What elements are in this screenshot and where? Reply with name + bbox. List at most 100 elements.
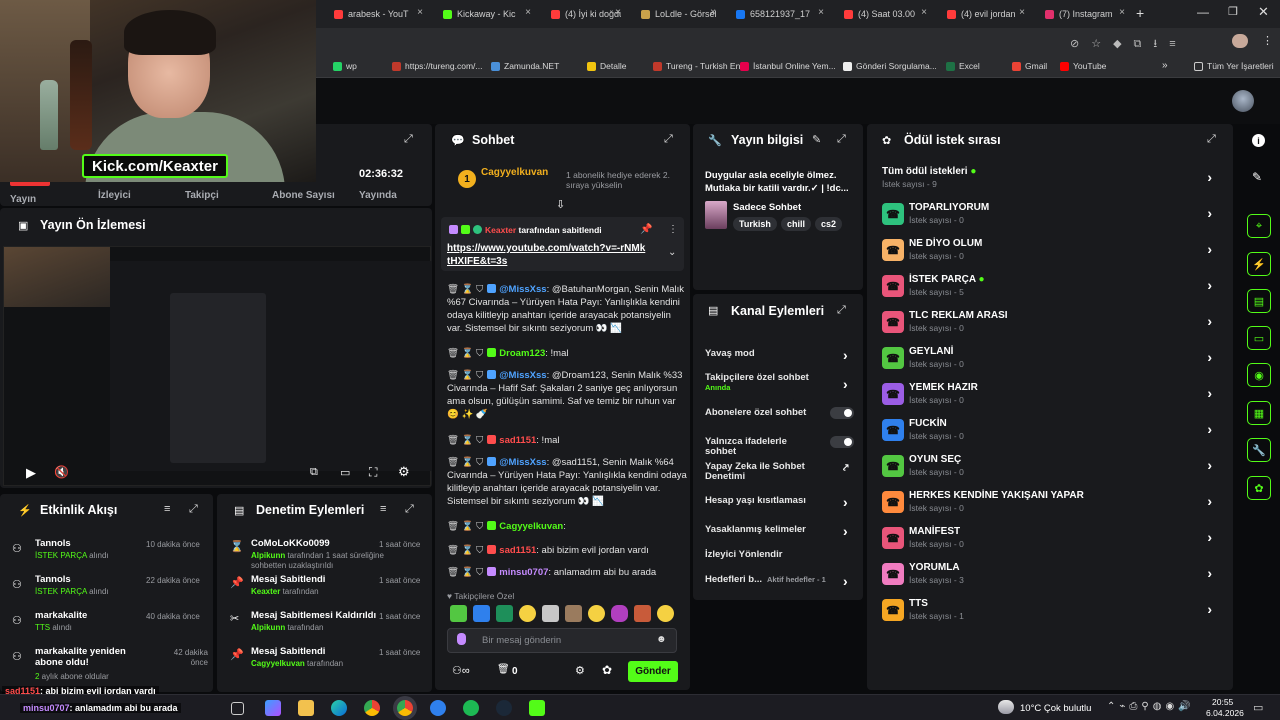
tab-close-icon[interactable]: × bbox=[921, 7, 927, 18]
reward-item[interactable]: ☎ TLC REKLAM ARASI İstek sayısı - 0 › bbox=[882, 307, 1222, 343]
reward-item[interactable]: ☎ TOPARLIYORUM İstek sayısı - 0 › bbox=[882, 199, 1222, 235]
chat-username[interactable]: Cagyyelkuvan bbox=[499, 521, 563, 532]
reward-item[interactable]: ☎ GEYLANİ İstek sayısı - 0 › bbox=[882, 343, 1222, 379]
expand-icon[interactable]: ⤢ bbox=[837, 133, 846, 146]
emote-row[interactable] bbox=[450, 605, 680, 623]
copilot-icon[interactable] bbox=[265, 700, 281, 716]
more-icon[interactable]: ⋮ bbox=[668, 224, 678, 235]
activity-name[interactable]: Tannols bbox=[35, 538, 155, 549]
chat-username[interactable]: @MissXss bbox=[499, 457, 546, 468]
chat-username[interactable]: minsu0707 bbox=[499, 567, 548, 578]
mod-actions-icon[interactable]: 🗑 ⌛ ⛉ bbox=[447, 348, 483, 359]
moderator-name[interactable]: Alpikunn bbox=[251, 623, 285, 632]
channel-action-item[interactable]: Yasaklanmış kelimeler › bbox=[705, 523, 855, 539]
profile-icon[interactable] bbox=[1232, 34, 1248, 48]
tab-close-icon[interactable]: × bbox=[615, 7, 621, 18]
toggle-switch[interactable] bbox=[830, 407, 854, 419]
close-window-button[interactable]: ✕ bbox=[1258, 4, 1269, 20]
notification-icon[interactable]: ▭ bbox=[1253, 701, 1263, 714]
pencil-icon[interactable]: ✎ bbox=[1252, 170, 1262, 184]
pin-icon[interactable]: 📌 bbox=[640, 224, 652, 235]
expand-icon[interactable]: ⤢ bbox=[189, 503, 198, 516]
moderator-name[interactable]: Alpikunn bbox=[251, 551, 285, 560]
minimize-button[interactable]: — bbox=[1197, 5, 1209, 19]
reward-item[interactable]: ☎ MANİFEST İstek sayısı - 0 › bbox=[882, 523, 1222, 559]
tag-turkish[interactable]: Turkish bbox=[733, 217, 777, 231]
kick-icon[interactable] bbox=[529, 700, 545, 716]
browser-tab[interactable]: (4) evil jordan × bbox=[947, 4, 1025, 24]
mod-actions-icon[interactable]: 🗑 ⌛ ⛉ bbox=[447, 545, 483, 556]
mod-actions-icon[interactable]: 🗑 ⌛ ⛉ bbox=[447, 435, 483, 446]
tab-close-icon[interactable]: × bbox=[710, 7, 716, 18]
channel-action-item[interactable]: Yalnızca ifadelerle sohbet bbox=[705, 436, 855, 457]
layout-icon[interactable]: ▦ bbox=[1247, 401, 1271, 425]
bookmarks-overflow-icon[interactable]: » bbox=[1162, 60, 1168, 71]
chat-username[interactable]: @MissXss bbox=[499, 370, 546, 381]
chat-username[interactable]: sad1151 bbox=[499, 545, 536, 556]
channel-action-item[interactable]: Yavaş mod › bbox=[705, 347, 855, 363]
clock-date[interactable]: 6.04.2026 bbox=[1206, 708, 1244, 718]
tag-chill[interactable]: chill bbox=[781, 217, 812, 231]
activity-name[interactable]: markakalite bbox=[35, 610, 155, 621]
notes-icon[interactable]: ▤ bbox=[1247, 289, 1271, 313]
filter-icon[interactable]: ≡ bbox=[380, 503, 386, 515]
bookmark-item[interactable]: Excel bbox=[946, 61, 980, 71]
settings-button[interactable]: ⚙ bbox=[398, 464, 410, 480]
reward-item[interactable]: ☎ HERKES KENDİNE YAKIŞANI YAPAR İstek sayı… bbox=[882, 487, 1222, 523]
bookmark-item[interactable]: Zamunda.NET bbox=[491, 61, 559, 71]
mod-actions-icon[interactable]: 🗑 ⌛ ⛉ bbox=[447, 284, 483, 295]
explorer-icon[interactable] bbox=[298, 700, 314, 716]
pip-button[interactable]: ⧉ bbox=[310, 466, 318, 479]
theater-button[interactable]: ▭ bbox=[340, 466, 350, 479]
chrome-active-icon[interactable] bbox=[397, 700, 413, 716]
channel-action-item[interactable]: Takipçilere özel sohbet Anında › bbox=[705, 373, 855, 393]
bookmark-item[interactable]: Detalle bbox=[587, 61, 626, 71]
trash-icon[interactable]: 🗑 bbox=[497, 664, 510, 675]
stream-preview-video[interactable] bbox=[3, 246, 432, 486]
focus-icon[interactable]: ⌖ bbox=[1247, 214, 1271, 238]
reward-item[interactable]: ☎ FUCKİN İstek sayısı - 0 › bbox=[882, 415, 1222, 451]
channel-action-item[interactable]: Hedefleri b... Aktif hedefler - 1 › bbox=[705, 573, 855, 589]
category-name[interactable]: Sadece Sohbet bbox=[733, 202, 801, 213]
mute-button[interactable]: 🔇 bbox=[54, 465, 69, 479]
broadcast-icon[interactable]: ◉ bbox=[1247, 363, 1271, 387]
pinned-link[interactable]: https://www.youtube.com/watch?v=-rNMktHX… bbox=[447, 242, 647, 268]
bookmark-item[interactable]: https://tureng.com/... bbox=[392, 61, 482, 71]
browser-tab[interactable]: arabesk - YouT × bbox=[334, 4, 423, 24]
chat-icon[interactable]: ▭ bbox=[1247, 326, 1271, 350]
spotify-icon[interactable] bbox=[463, 700, 479, 716]
edit-icon[interactable]: ✎ bbox=[812, 133, 821, 146]
expand-icon[interactable]: ⤢ bbox=[405, 503, 414, 516]
toggle-switch[interactable] bbox=[830, 436, 854, 448]
browser-tab[interactable]: (4) Saat 03.00 × bbox=[844, 4, 927, 24]
tab-close-icon[interactable]: × bbox=[1019, 7, 1025, 18]
chat-username[interactable]: @MissXss bbox=[499, 284, 546, 295]
fullscreen-button[interactable]: ⛶ bbox=[369, 465, 377, 480]
expand-icon[interactable]: ⤢ bbox=[837, 304, 846, 317]
tag-cs2[interactable]: cs2 bbox=[815, 217, 843, 231]
app-icon[interactable] bbox=[430, 700, 446, 716]
bookmark-item[interactable]: YouTube bbox=[1060, 61, 1106, 71]
filter-icon[interactable]: ≡ bbox=[164, 503, 170, 515]
expand-icon[interactable]: ⤢ bbox=[404, 133, 413, 146]
bookmark-item[interactable]: İstanbul Online Yem... bbox=[740, 61, 836, 71]
edge-icon[interactable] bbox=[331, 700, 347, 716]
menu-icon[interactable]: ⋮ bbox=[1262, 34, 1273, 47]
emoji-icon[interactable]: ☻ bbox=[656, 634, 667, 645]
moderator-name[interactable]: Keaxter bbox=[251, 587, 280, 596]
bookmark-item[interactable]: wp bbox=[333, 61, 357, 71]
bookmark-item[interactable]: Gönderi Sorgulama... bbox=[843, 61, 937, 71]
channel-action-item[interactable]: Abonelere özel sohbet bbox=[705, 407, 855, 419]
expand-icon[interactable]: ⤢ bbox=[664, 133, 673, 146]
channel-action-item[interactable]: Yapay Zeka ile Sohbet Denetimi ⤤ bbox=[705, 462, 855, 482]
info-icon[interactable]: i bbox=[1252, 134, 1265, 147]
chrome-icon[interactable] bbox=[364, 700, 380, 716]
gifter-name[interactable]: Cagyyelkuvan bbox=[481, 167, 548, 178]
wrench-icon[interactable]: 🔧 bbox=[1247, 438, 1271, 462]
reward-item[interactable]: ☎ İSTEK PARÇA ● İstek sayısı - 5 › bbox=[882, 271, 1222, 307]
steam-icon[interactable] bbox=[496, 700, 512, 716]
reward-item[interactable]: ☎ OYUN SEÇ İstek sayısı - 0 › bbox=[882, 451, 1222, 487]
chat-users-icon[interactable]: ⚇∞ bbox=[452, 664, 470, 677]
tray-icons[interactable]: ⌃⌁⎙⚲◍◉🔊 bbox=[1107, 701, 1195, 712]
chat-username[interactable]: sad1151 bbox=[499, 435, 536, 446]
